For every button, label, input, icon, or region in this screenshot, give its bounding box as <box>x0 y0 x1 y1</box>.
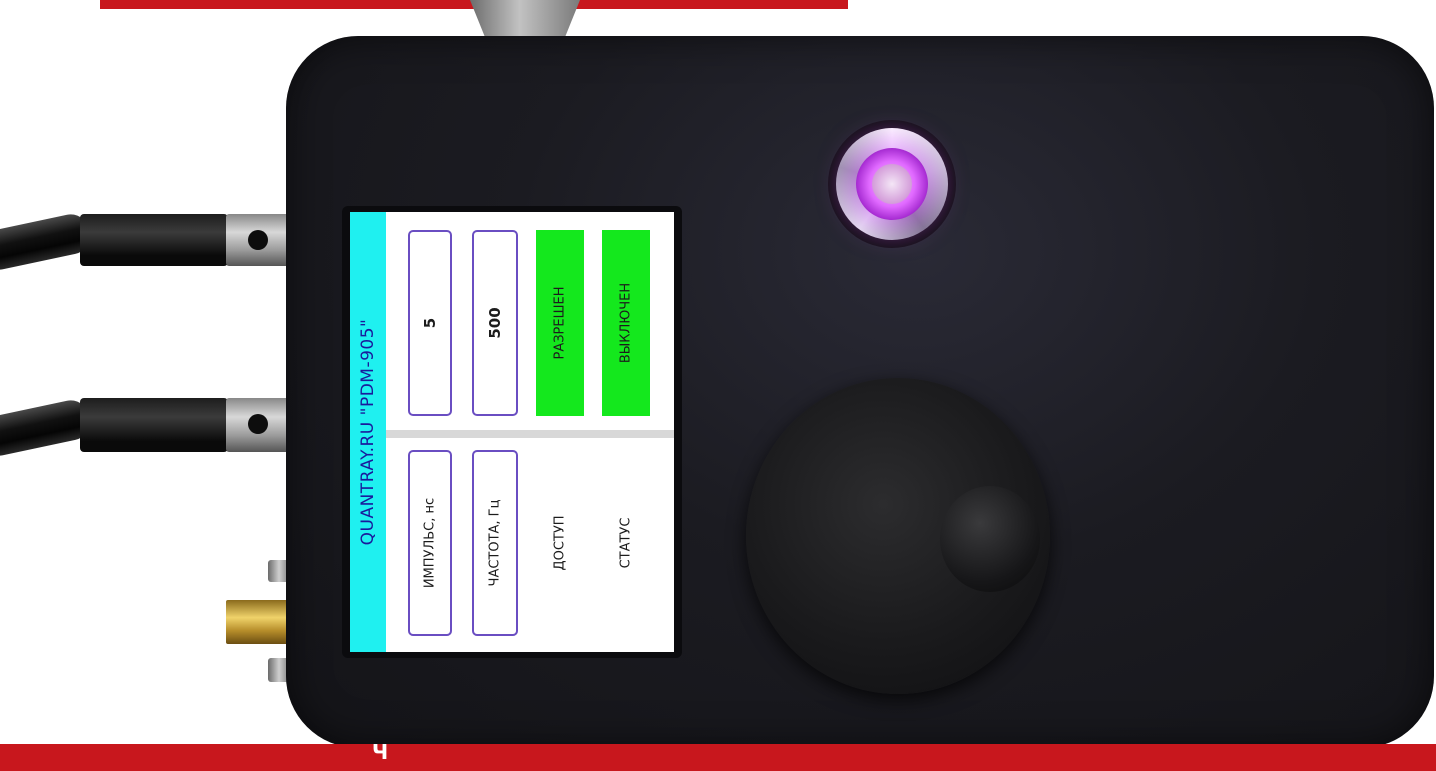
connector-lower-collar <box>226 398 290 452</box>
cable-upper <box>0 211 93 273</box>
connector-upper-collar <box>226 214 290 266</box>
connector-upper-latch <box>248 230 268 250</box>
frequency-value: 500 <box>486 307 504 339</box>
lcd-title: QUANTRAY.RU "PDM-905" <box>358 318 378 546</box>
frequency-value-field[interactable]: 500 <box>472 230 518 416</box>
power-button-led <box>856 148 928 220</box>
power-button-ring <box>836 128 948 240</box>
status-label: СТАТУС <box>618 517 634 569</box>
power-status-box: ВЫКЛЮЧЕН <box>602 230 650 416</box>
pulse-label-field: ИМПУЛЬС, нс <box>408 450 452 636</box>
power-button[interactable] <box>828 120 956 248</box>
lcd-title-bar: QUANTRAY.RU "PDM-905" <box>350 212 386 652</box>
access-value: РАЗРЕШЕН <box>552 286 568 360</box>
sma-connector <box>226 600 290 644</box>
access-status-box: РАЗРЕШЕН <box>536 230 584 416</box>
lcd-display: QUANTRAY.RU "PDM-905" 5 500 РАЗРЕШЕН ВЫК… <box>350 212 674 652</box>
rotary-knob-grip[interactable] <box>940 486 1040 592</box>
power-button-cap <box>872 164 912 204</box>
pulse-value: 5 <box>421 317 439 329</box>
lcd-divider <box>386 430 674 438</box>
pulse-value-field[interactable]: 5 <box>408 230 452 416</box>
frequency-label-field: ЧАСТОТА, Гц <box>472 450 518 636</box>
connector-upper-body <box>80 214 228 266</box>
frequency-label: ЧАСТОТА, Гц <box>487 499 503 587</box>
pulse-label: ИМПУЛЬС, нс <box>422 497 438 589</box>
bottom-banner-text: Ч <box>372 740 389 764</box>
connector-lower-latch <box>248 414 268 434</box>
access-label: ДОСТУП <box>552 515 568 571</box>
connector-lower-body <box>80 398 228 452</box>
status-value: ВЫКЛЮЧЕН <box>618 282 634 364</box>
access-label-cell: ДОСТУП <box>536 450 584 636</box>
cable-lower <box>0 397 93 459</box>
status-label-cell: СТАТУС <box>602 450 650 636</box>
bottom-red-banner: Ч <box>0 740 1436 771</box>
